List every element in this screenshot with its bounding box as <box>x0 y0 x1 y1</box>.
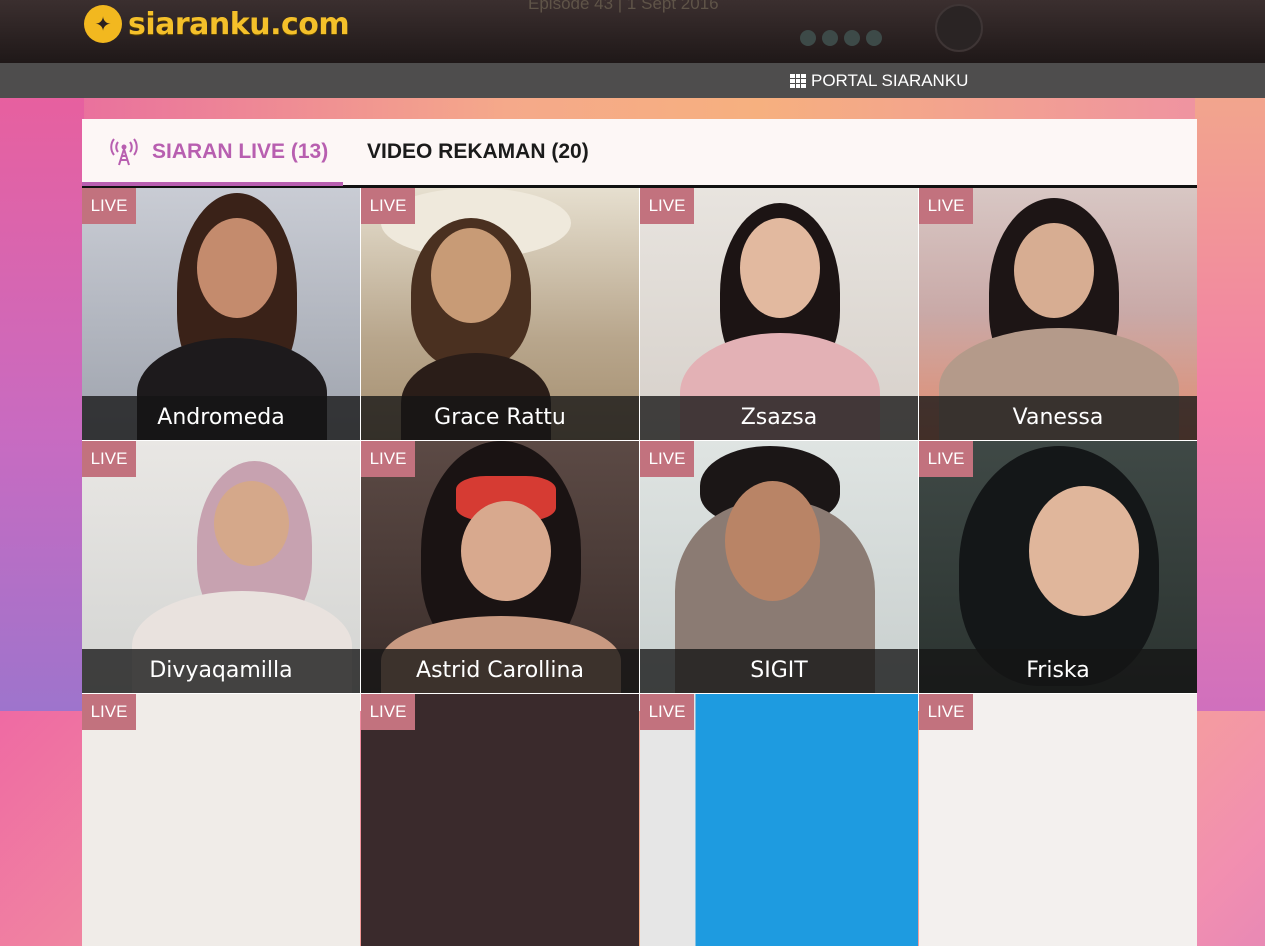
tab-siaran-live-label: SIARAN LIVE (13) <box>152 140 329 163</box>
stream-card[interactable]: LIVE Vanessa <box>919 188 1197 440</box>
tab-bar: SIARAN LIVE (13) VIDEO REKAMAN (20) <box>82 119 1197 188</box>
logo-text: siaranku.com <box>128 6 350 42</box>
tab-video-rekaman[interactable]: VIDEO REKAMAN (20) <box>367 119 589 185</box>
live-badge: LIVE <box>919 694 973 730</box>
stream-card[interactable]: LIVE SIGIT <box>640 441 918 693</box>
stream-card[interactable]: LIVE <box>82 694 360 946</box>
episode-banner-text: Episode 43 | 1 Sept 2016 <box>528 0 719 13</box>
stream-card[interactable]: LIVE Friska <box>919 441 1197 693</box>
live-badge: LIVE <box>640 694 694 730</box>
stream-card[interactable]: LIVE Zsazsa <box>640 188 918 440</box>
active-tab-indicator <box>82 182 343 186</box>
tab-video-rekaman-label: VIDEO REKAMAN (20) <box>367 140 589 163</box>
background-left-decoration <box>0 98 84 711</box>
live-badge: LIVE <box>361 694 415 730</box>
stream-card[interactable]: LIVE Andromeda <box>82 188 360 440</box>
live-badge: LIVE <box>82 441 136 477</box>
stream-card[interactable]: LIVE <box>919 694 1197 946</box>
streamer-name: Andromeda <box>82 396 360 440</box>
portal-siaranku-link[interactable]: PORTAL SIARANKU <box>790 71 968 91</box>
stream-card[interactable]: LIVE <box>640 694 918 946</box>
twitter-icon[interactable] <box>822 30 838 46</box>
streamer-name: Astrid Carollina <box>361 649 639 693</box>
portal-label: PORTAL SIARANKU <box>811 71 969 90</box>
live-badge: LIVE <box>919 188 973 224</box>
stream-thumbnail <box>82 694 360 946</box>
streamer-name: Divyaqamilla <box>82 649 360 693</box>
stream-thumbnail <box>919 694 1197 946</box>
live-badge: LIVE <box>82 694 136 730</box>
instagram-icon[interactable] <box>844 30 860 46</box>
streamer-name: SIGIT <box>640 649 918 693</box>
microphone-logo-icon: ✦ <box>84 5 122 43</box>
live-badge: LIVE <box>361 188 415 224</box>
live-badge: LIVE <box>640 188 694 224</box>
broadcast-tower-icon <box>110 138 138 166</box>
facebook-icon[interactable] <box>800 30 816 46</box>
stream-card[interactable]: LIVE <box>361 694 639 946</box>
stream-card[interactable]: LIVE Divyaqamilla <box>82 441 360 693</box>
live-badge: LIVE <box>919 441 973 477</box>
streamer-name: Friska <box>919 649 1197 693</box>
stream-panel: SIARAN LIVE (13) VIDEO REKAMAN (20) LIVE… <box>82 119 1197 946</box>
site-logo[interactable]: ✦ siaranku.com <box>84 2 350 46</box>
sponsor-badge <box>935 4 983 52</box>
stream-card[interactable]: LIVE Grace Rattu <box>361 188 639 440</box>
live-badge: LIVE <box>361 441 415 477</box>
background-right-decoration <box>1195 98 1265 711</box>
streamer-name: Zsazsa <box>640 396 918 440</box>
tab-siaran-live[interactable]: SIARAN LIVE (13) <box>110 119 328 185</box>
grid-icon <box>790 74 806 88</box>
live-badge: LIVE <box>640 441 694 477</box>
background-banner <box>0 98 1265 120</box>
stream-card[interactable]: LIVE Astrid Carollina <box>361 441 639 693</box>
live-badge: LIVE <box>82 188 136 224</box>
youtube-icon[interactable] <box>866 30 882 46</box>
stream-thumbnail <box>361 694 639 946</box>
site-header: ✦ siaranku.com Episode 43 | 1 Sept 2016 <box>0 0 1265 63</box>
portal-bar: PORTAL SIARANKU <box>0 63 1265 98</box>
social-icons <box>800 30 882 46</box>
streamer-name: Grace Rattu <box>361 396 639 440</box>
streamer-name: Vanessa <box>919 396 1197 440</box>
stream-thumbnail <box>640 694 918 946</box>
